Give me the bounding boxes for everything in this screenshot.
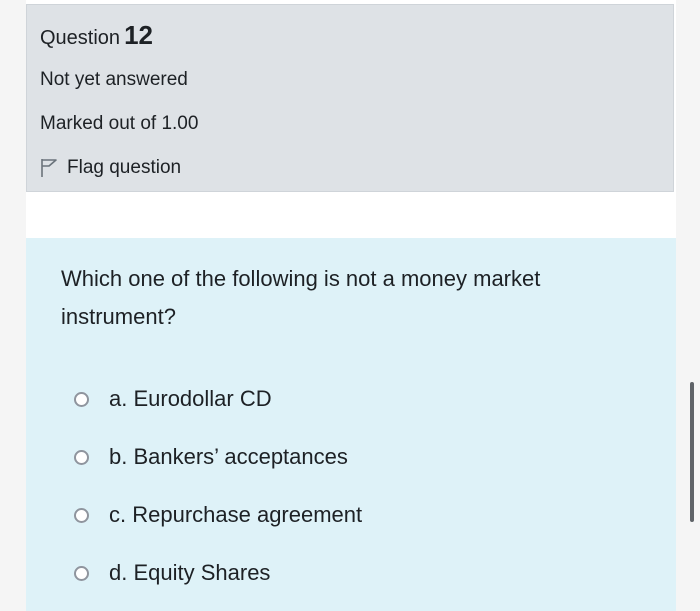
radio-button[interactable] — [74, 449, 89, 465]
radio-button[interactable] — [74, 565, 89, 581]
answer-option-c[interactable]: c. Repurchase agreement — [74, 486, 362, 544]
flag-question-label: Flag question — [67, 157, 182, 178]
flag-question-link[interactable]: Flag question — [40, 155, 181, 181]
radio-button[interactable] — [74, 391, 89, 407]
question-grade: Marked out of 1.00 — [40, 113, 199, 134]
question-content: Which one of the following is not a mone… — [26, 238, 676, 611]
answer-option-d[interactable]: d. Equity Shares — [74, 544, 362, 602]
question-label: Question — [40, 27, 121, 49]
flag-icon — [40, 158, 58, 178]
answer-label: c. Repurchase agreement — [109, 502, 363, 527]
question-state: Not yet answered — [40, 69, 188, 90]
answer-list: a. Eurodollar CD b. Bankers’ acceptances… — [74, 370, 362, 602]
question-text: Which one of the following is not a mone… — [61, 266, 541, 329]
question-number: 12 — [124, 20, 153, 50]
radio-button[interactable] — [74, 507, 89, 523]
answer-label: a. Eurodollar CD — [109, 386, 272, 411]
answer-option-b[interactable]: b. Bankers’ acceptances — [74, 428, 362, 486]
answer-option-a[interactable]: a. Eurodollar CD — [74, 370, 362, 428]
answer-label: b. Bankers’ acceptances — [109, 444, 348, 469]
scrollbar[interactable] — [690, 382, 694, 522]
question-info-panel: Question 12 Not yet answered Marked out o… — [26, 4, 674, 192]
answer-label: d. Equity Shares — [109, 560, 271, 585]
question-title: Question 12 — [40, 21, 153, 52]
